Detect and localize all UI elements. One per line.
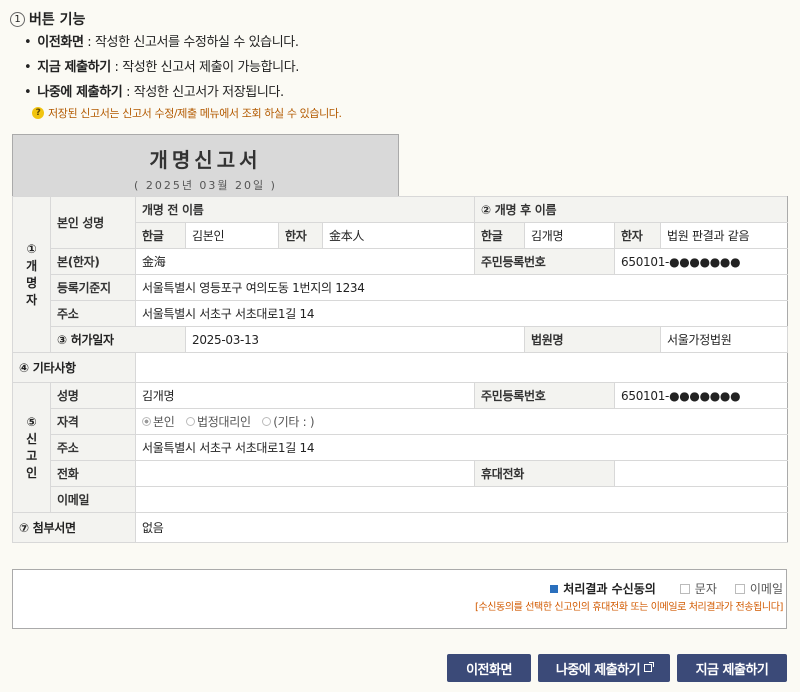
permit-date-value: 2025-03-13 [184, 326, 526, 353]
guide-item-desc: : 작성한 신고서가 저장됩니다. [126, 85, 284, 100]
after-hanja-value: 법원 판결과 같음 [660, 222, 789, 249]
radio-label: (기타 : ) [273, 415, 315, 429]
guide-item-label: 지금 제출하기 [37, 60, 111, 75]
phone-label: 전화 [50, 460, 136, 487]
reporter-rrn-label: 주민등록번호 [474, 382, 616, 409]
consent-box: 처리결과 수신동의 문자 이메일 [수신동의를 선택한 신고인의 휴대전화 또는… [12, 569, 787, 629]
before-hanja-value: 金本人 [321, 222, 476, 249]
guide-list: 이전화면 : 작성한 신고서를 수정하실 수 있습니다. 지금 제출하기 : 작… [24, 30, 790, 105]
court-label: 법원명 [524, 326, 662, 353]
person-rrn-label: 주민등록번호 [474, 248, 616, 275]
bullet-square-icon [550, 584, 559, 593]
after-name-label: ② 개명 후 이름 [474, 196, 789, 223]
register-label: 등록기준지 [50, 274, 136, 301]
qualification-options: 본인 법정대리인 (기타 : ) [134, 408, 789, 435]
phone-value [134, 460, 476, 487]
guide-title: 1 버튼 기능 [10, 8, 790, 30]
button-guide: 1 버튼 기능 이전화면 : 작성한 신고서를 수정하실 수 있습니다. 지금 … [10, 8, 790, 121]
form-title-box: 개명신고서 ( 2025년 03월 20일 ) [12, 134, 399, 196]
before-hangul-label: 한글 [135, 222, 186, 249]
radio-legal-rep[interactable]: 법정대리인 [186, 413, 251, 430]
reporter-rrn-value: 650101-●●●●●●● [614, 382, 789, 409]
section-etc: ④ 기타사항 [12, 352, 136, 383]
qualification-label: 자격 [50, 408, 136, 435]
button-bar: 이전화면 나중에 제출하기 지금 제출하기 [447, 654, 787, 682]
after-hangul-label: 한글 [474, 222, 526, 249]
radio-label: 법정대리인 [197, 415, 251, 429]
radio-circle-icon [262, 417, 272, 426]
guide-item-now: 지금 제출하기 : 작성한 신고서 제출이 가능합니다. [24, 55, 790, 80]
guide-item-label: 이전화면 [37, 35, 84, 50]
guide-note-text: 저장된 신고서는 신고서 수정/제출 메뉴에서 조회 하실 수 있습니다. [48, 107, 342, 120]
external-link-icon [644, 662, 655, 672]
sms-checkbox[interactable]: 문자 [679, 580, 717, 597]
submit-later-label: 나중에 제출하기 [555, 662, 641, 678]
form-title: 개명신고서 [149, 148, 262, 172]
radio-label: 본인 [153, 415, 175, 429]
guide-item-later: 나중에 제출하기 : 작성한 신고서가 저장됩니다. [24, 80, 790, 105]
submit-later-button[interactable]: 나중에 제출하기 [538, 654, 670, 682]
report-form: 개명신고서 ( 2025년 03월 20일 ) ①개명자 본인 성명 개명 전 … [12, 134, 789, 543]
question-icon: ? [32, 107, 44, 119]
submit-now-button[interactable]: 지금 제출하기 [677, 654, 787, 682]
etc-value [134, 352, 789, 383]
guide-item-desc: : 작성한 신고서를 수정하실 수 있습니다. [87, 35, 299, 50]
consent-label: 처리결과 수신동의 [563, 582, 656, 596]
person-rrn-value: 650101-●●●●●●● [614, 248, 789, 275]
person-address-label: 주소 [50, 300, 136, 327]
section-reporter: ⑤신고인 [12, 382, 51, 513]
reporter-address-label: 주소 [50, 434, 136, 461]
number-badge: 1 [10, 11, 25, 27]
guide-item-prev: 이전화면 : 작성한 신고서를 수정하실 수 있습니다. [24, 30, 790, 55]
reporter-name-label: 성명 [50, 382, 136, 409]
before-hanja-label: 한자 [278, 222, 323, 249]
guide-note: ? 저장된 신고서는 신고서 수정/제출 메뉴에서 조회 하실 수 있습니다. [32, 105, 790, 121]
guide-item-desc: : 작성한 신고서 제출이 가능합니다. [114, 60, 300, 75]
register-value: 서울특별시 영등포구 여의도동 1번지의 1234 [134, 274, 789, 301]
email-value [134, 486, 789, 513]
section-permit-date: ③ 허가일자 [50, 326, 186, 353]
mobile-value [614, 460, 789, 487]
radio-circle-icon [186, 417, 195, 426]
sms-label: 문자 [694, 582, 717, 596]
form-table: ①개명자 본인 성명 개명 전 이름 ② 개명 후 이름 한글 김본인 한자 金… [12, 196, 789, 543]
radio-circle-icon [142, 417, 151, 426]
after-hangul-value: 김개명 [524, 222, 616, 249]
prev-button[interactable]: 이전화면 [447, 654, 531, 682]
guide-item-label: 나중에 제출하기 [37, 85, 123, 100]
consent-row: 처리결과 수신동의 문자 이메일 [550, 580, 783, 597]
before-hangul-value: 김본인 [185, 222, 279, 249]
section-person: ①개명자 [12, 196, 51, 353]
radio-other[interactable]: (기타 : ) [262, 413, 315, 430]
attachments-value: 없음 [134, 512, 789, 543]
self-name-label: 본인 성명 [50, 196, 136, 249]
email-label: 이메일 [749, 582, 783, 596]
before-name-label: 개명 전 이름 [134, 196, 476, 223]
submit-now-label: 지금 제출하기 [695, 662, 769, 678]
after-hanja-label: 한자 [614, 222, 662, 249]
person-address-value: 서울특별시 서초구 서초대로1길 14 [134, 300, 789, 327]
court-value: 서울가정법원 [660, 326, 789, 353]
origin-value: 金海 [134, 248, 476, 275]
radio-self[interactable]: 본인 [142, 413, 175, 430]
checkbox-icon [734, 583, 745, 594]
form-date: ( 2025년 03월 20일 ) [134, 179, 277, 192]
section-attachments: ⑦ 첨부서면 [12, 512, 136, 543]
email-label: 이메일 [50, 486, 136, 513]
consent-note: [수신동의를 선택한 신고인의 휴대전화 또는 이메일로 처리결과가 전송됩니다… [474, 602, 783, 613]
reporter-address-value: 서울특별시 서초구 서초대로1길 14 [134, 434, 789, 461]
guide-title-text: 버튼 기능 [29, 12, 86, 28]
origin-label: 본(한자) [50, 248, 136, 275]
mobile-label: 휴대전화 [474, 460, 616, 487]
reporter-name-value: 김개명 [134, 382, 476, 409]
email-checkbox[interactable]: 이메일 [734, 580, 783, 597]
checkbox-icon [679, 583, 690, 594]
prev-button-label: 이전화면 [466, 662, 512, 678]
